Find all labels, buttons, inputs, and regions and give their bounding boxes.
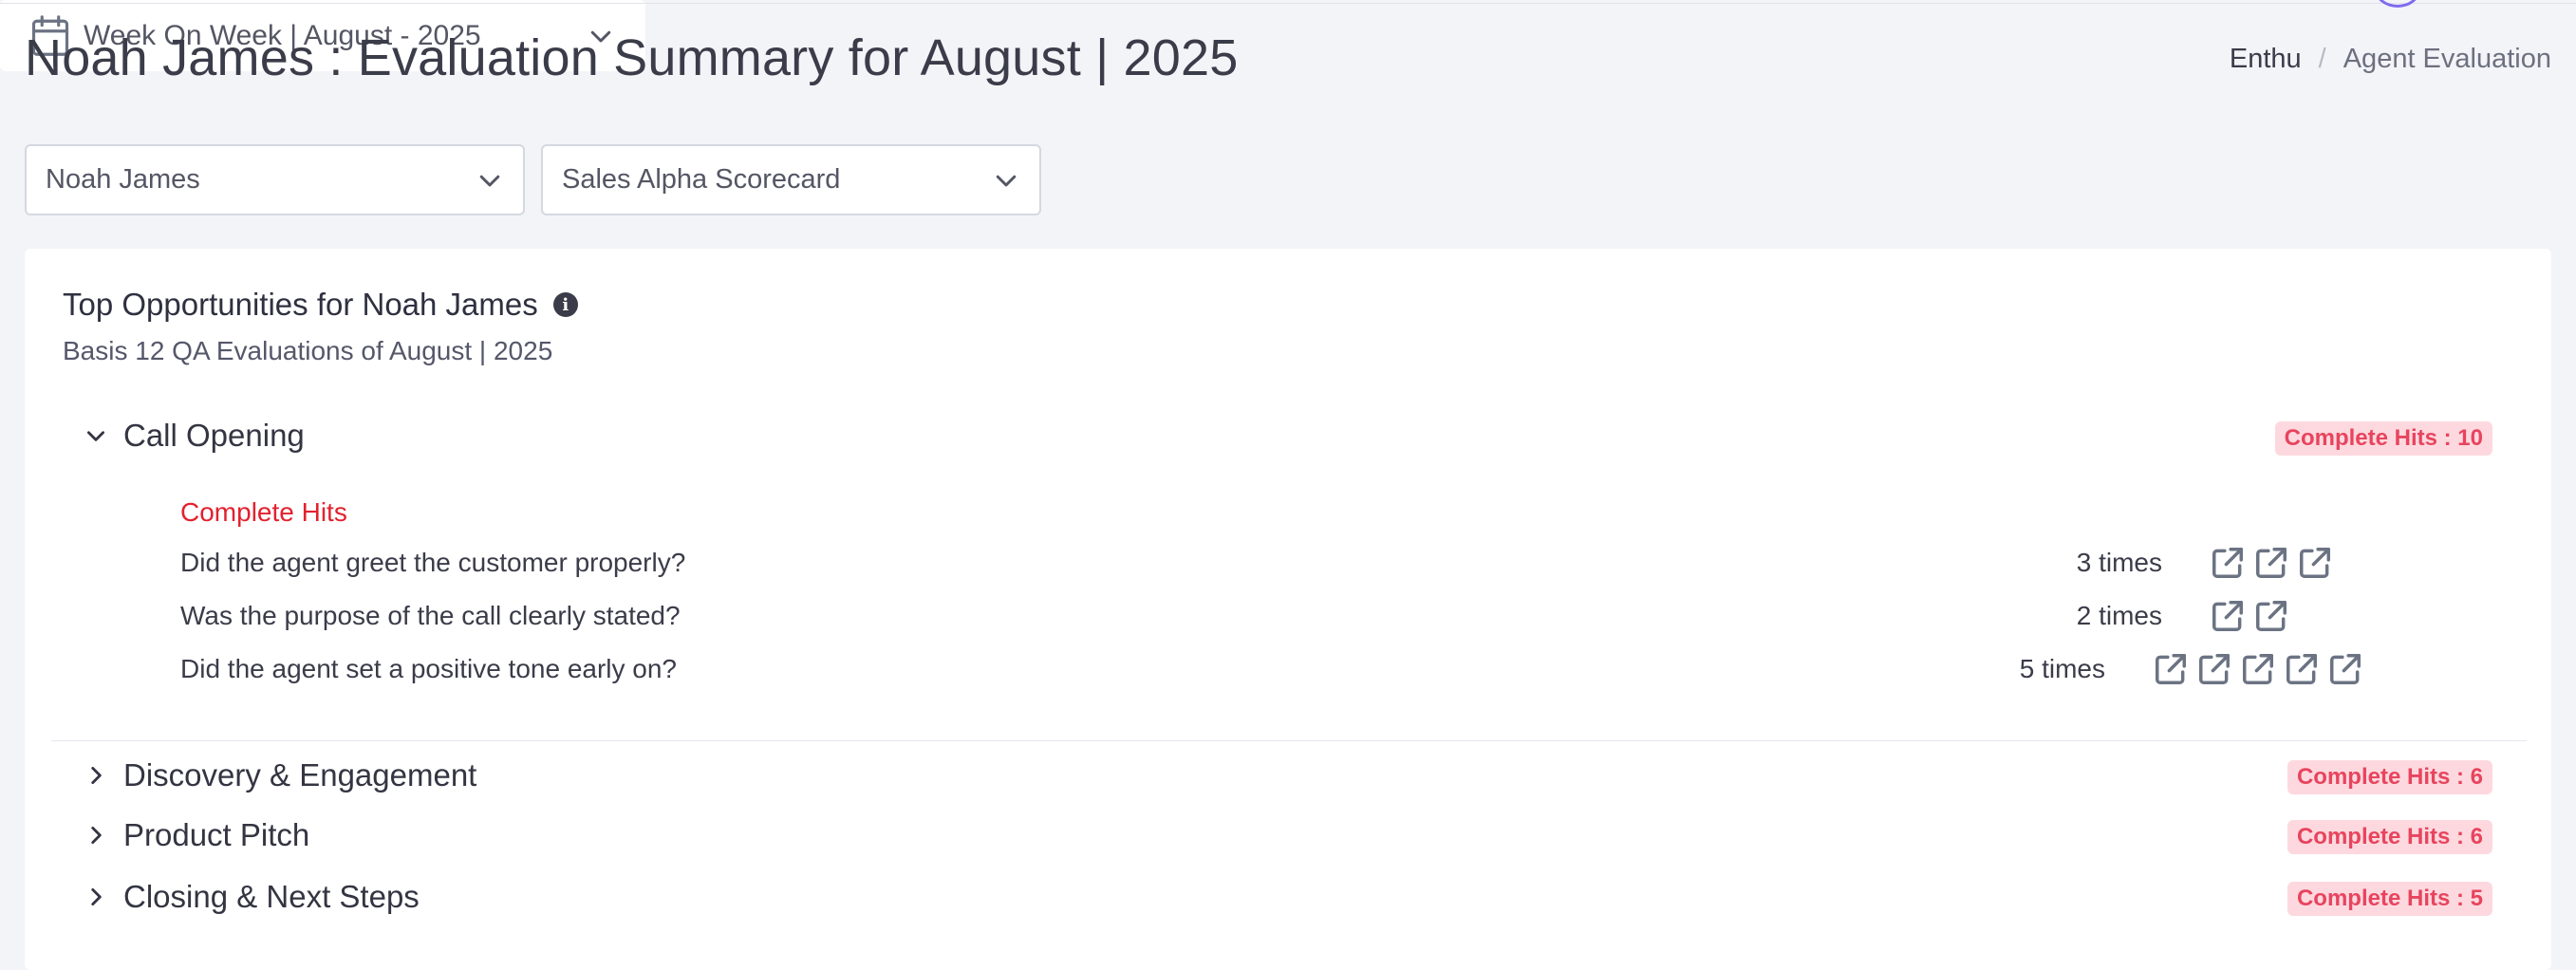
complete-hits-badge: Complete Hits : 10: [2274, 421, 2492, 456]
breadcrumb-root[interactable]: Enthu: [2230, 44, 2302, 75]
chevron-right-icon: [91, 767, 102, 784]
info-icon[interactable]: i: [552, 292, 578, 317]
external-link-icon[interactable]: [2297, 545, 2333, 581]
question-count: 3 times: [2076, 548, 2162, 577]
complete-hits-badge: Complete Hits : 6: [2287, 820, 2492, 854]
section-header-closing-next-steps[interactable]: Closing & Next Steps: [84, 879, 420, 915]
agent-select[interactable]: Noah James: [25, 144, 525, 215]
external-link-icon[interactable]: [2153, 651, 2189, 687]
question-row: Was the purpose of the call clearly stat…: [180, 595, 2363, 637]
call-links: [2153, 651, 2363, 687]
external-link-icon[interactable]: [2253, 545, 2289, 581]
external-link-icon[interactable]: [2240, 651, 2276, 687]
chevron-right-icon: [91, 888, 102, 905]
section-header-discovery-engagement[interactable]: Discovery & Engagement: [84, 757, 476, 793]
question-row: Did the agent set a positive tone early …: [180, 648, 2363, 690]
complete-hits-heading: Complete Hits: [180, 497, 347, 527]
call-links: [2210, 598, 2289, 634]
section-header-product-pitch[interactable]: Product Pitch: [84, 817, 309, 853]
chevron-down-icon: [996, 175, 1017, 186]
chevron-right-icon: [91, 827, 102, 844]
external-link-icon[interactable]: [2210, 598, 2246, 634]
breadcrumb: Enthu / Agent Evaluation: [2230, 44, 2551, 75]
external-link-icon[interactable]: [2327, 651, 2363, 687]
scorecard-select[interactable]: Sales Alpha Scorecard: [541, 144, 1041, 215]
breadcrumb-current: Agent Evaluation: [2343, 44, 2551, 74]
scorecard-select-value: Sales Alpha Scorecard: [562, 164, 841, 195]
section-title: Discovery & Engagement: [123, 757, 477, 793]
section-title: Call Opening: [123, 418, 305, 453]
question-count: 5 times: [2019, 654, 2105, 683]
page-title: Noah James : Evaluation Summary for Augu…: [25, 29, 1239, 86]
external-link-icon[interactable]: [2253, 598, 2289, 634]
chevron-down-icon: [87, 431, 104, 441]
question-text: Was the purpose of the call clearly stat…: [180, 601, 681, 630]
call-links: [2210, 545, 2333, 581]
section-header-call-opening[interactable]: Call Opening: [84, 418, 305, 454]
agent-select-value: Noah James: [46, 164, 200, 195]
top-opportunities-card: Top Opportunities for Noah James i Basis…: [25, 249, 2551, 970]
external-link-icon[interactable]: [2196, 651, 2232, 687]
external-link-icon[interactable]: [2210, 545, 2246, 581]
question-text: Did the agent set a positive tone early …: [180, 654, 678, 683]
section-title: Product Pitch: [123, 817, 310, 852]
question-row: Did the agent greet the customer properl…: [180, 542, 2363, 584]
chevron-down-icon: [479, 175, 500, 186]
external-link-icon[interactable]: [2284, 651, 2320, 687]
breadcrumb-separator: /: [2318, 44, 2326, 74]
section-divider: [51, 740, 2527, 741]
question-count: 2 times: [2076, 601, 2162, 630]
card-subtitle: Basis 12 QA Evaluations of August | 2025: [63, 336, 553, 365]
card-title-text: Top Opportunities for Noah James: [63, 287, 538, 322]
card-title: Top Opportunities for Noah James i: [63, 287, 578, 323]
complete-hits-badge: Complete Hits : 6: [2287, 760, 2492, 794]
section-title: Closing & Next Steps: [123, 879, 420, 914]
complete-hits-badge: Complete Hits : 5: [2287, 882, 2492, 916]
top-border: [0, 0, 2576, 4]
user-avatar[interactable]: [2375, 0, 2420, 8]
question-text: Did the agent greet the customer properl…: [180, 548, 686, 577]
